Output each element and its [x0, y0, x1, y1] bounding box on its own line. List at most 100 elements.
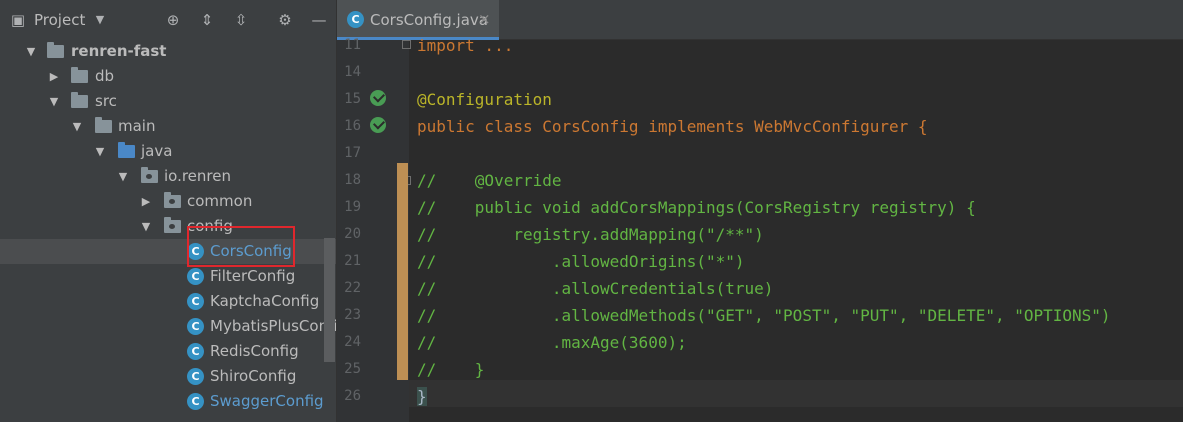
code-line-19[interactable]: // public void addCorsMappings(CorsRegis… — [417, 194, 976, 221]
tree-item-swaggerconfig[interactable]: C SwaggerConfig — [0, 389, 337, 414]
code-text: // public void addCorsMappings(CorsRegis… — [417, 198, 976, 217]
chevron-right-icon[interactable]: ▶ — [139, 189, 153, 214]
code-line-26[interactable]: } — [417, 383, 427, 410]
code-text: @Configuration — [417, 90, 552, 109]
close-icon[interactable]: × — [478, 10, 491, 28]
package-icon — [164, 217, 181, 233]
line-number: 23 — [344, 307, 361, 323]
expand-all-icon[interactable]: ⇕ — [197, 10, 217, 30]
spring-bean-icon[interactable] — [370, 117, 386, 133]
module-folder-icon — [47, 42, 64, 58]
chevron-right-icon[interactable]: ▶ — [139, 414, 153, 422]
code-line-23[interactable]: // .allowedMethods("GET", "POST", "PUT",… — [417, 302, 1111, 329]
tree-item-label: src — [95, 92, 117, 110]
tree-item-label: SwaggerConfig — [210, 392, 324, 410]
tab-label: CorsConfig.java — [370, 11, 488, 29]
tree-item-label: MybatisPlusConfig — [210, 317, 337, 335]
tree-item-mybatisplusconfig[interactable]: C MybatisPlusConfig — [0, 314, 337, 339]
tree-item-kaptchaconfig[interactable]: C KaptchaConfig — [0, 289, 337, 314]
project-view-icon[interactable]: ▣ — [8, 10, 28, 30]
code-line-22[interactable]: // .allowCredentials(true) — [417, 275, 773, 302]
line-number: 16 — [344, 118, 361, 134]
tree-item-label: RedisConfig — [210, 342, 299, 360]
editor-gutter: 11 14 15 16 17 18 19 20 21 22 23 24 25 2… — [337, 37, 411, 422]
tree-item-label: ShiroConfig — [210, 367, 297, 385]
class-icon: C — [187, 393, 204, 410]
tree-item-java[interactable]: ▼ java — [0, 139, 337, 164]
tree-item-shiroconfig[interactable]: C ShiroConfig — [0, 364, 337, 389]
code-line-20[interactable]: // registry.addMapping("/**") — [417, 221, 764, 248]
code-line-15[interactable]: @Configuration — [417, 86, 552, 113]
chevron-down-icon[interactable]: ▼ — [93, 139, 107, 164]
code-text: // .allowCredentials(true) — [417, 279, 774, 298]
code-line-25[interactable]: // } — [417, 356, 484, 383]
tree-item-common[interactable]: ▶ common — [0, 189, 337, 214]
class-icon: C — [187, 343, 204, 360]
code-text: // .allowedOrigins("*") — [417, 252, 745, 271]
code-text: // .allowedMethods("GET", "POST", "PUT",… — [417, 306, 1111, 325]
package-icon — [164, 192, 181, 208]
spring-bean-icon[interactable] — [370, 90, 386, 106]
code-text: // @Override — [417, 171, 562, 190]
code-line-18[interactable]: // @Override — [417, 167, 562, 194]
code-text: // } — [417, 360, 485, 379]
line-number: 22 — [344, 280, 361, 296]
line-number: 25 — [344, 361, 361, 377]
locate-icon[interactable]: ⊕ — [163, 10, 183, 30]
chevron-down-icon[interactable]: ▼ — [139, 214, 153, 239]
code-line-24[interactable]: // .maxAge(3600); — [417, 329, 687, 356]
code-text: import ... — [417, 36, 514, 55]
code-line-21[interactable]: // .allowedOrigins("*") — [417, 248, 745, 275]
fold-toggle-icon[interactable] — [402, 40, 411, 49]
project-tool-window: ▣ Project ▼ ⊕ ⇕ ⇳ ⚙ — ▼ renren-fast ▶ db… — [0, 0, 337, 422]
tree-item-label: common — [187, 192, 253, 210]
code-editor[interactable]: 11 14 15 16 17 18 19 20 21 22 23 24 25 2… — [337, 36, 1183, 422]
folder-icon — [95, 117, 112, 133]
chevron-down-icon[interactable]: ▼ — [116, 164, 130, 189]
class-icon: C — [187, 268, 204, 285]
chevron-right-icon[interactable]: ▶ — [47, 64, 61, 89]
tree-item-partial[interactable]: ▶ — [0, 414, 337, 422]
code-line-16[interactable]: public class CorsConfig implements WebMv… — [417, 113, 928, 140]
tree-item-filterconfig[interactable]: C FilterConfig — [0, 264, 337, 289]
class-icon: C — [187, 318, 204, 335]
project-title[interactable]: Project — [34, 11, 85, 29]
gear-icon[interactable]: ⚙ — [275, 10, 295, 30]
current-line-highlight — [409, 380, 1183, 407]
line-number: 24 — [344, 334, 361, 350]
source-folder-icon — [118, 142, 135, 158]
line-number: 21 — [344, 253, 361, 269]
line-number: 19 — [344, 199, 361, 215]
line-number: 26 — [344, 388, 361, 404]
minimize-icon[interactable]: — — [309, 10, 329, 30]
tree-item-src[interactable]: ▼ src — [0, 89, 337, 114]
tree-item-label: renren-fast — [71, 42, 167, 60]
line-number: 20 — [344, 226, 361, 242]
line-number: 14 — [344, 64, 361, 80]
tree-item-label: io.renren — [164, 167, 231, 185]
tree-item-redisconfig[interactable]: C RedisConfig — [0, 339, 337, 364]
collapse-all-icon[interactable]: ⇳ — [231, 10, 251, 30]
tree-item-label: main — [118, 117, 156, 135]
tree-item-label: KaptchaConfig — [210, 292, 320, 310]
project-scrollbar[interactable] — [324, 238, 335, 362]
code-text: public class CorsConfig implements WebMv… — [417, 117, 928, 136]
vcs-change-marker[interactable] — [397, 163, 408, 380]
chevron-down-icon[interactable]: ▼ — [90, 10, 110, 30]
chevron-down-icon[interactable]: ▼ — [24, 39, 38, 64]
folder-icon — [71, 67, 88, 83]
tree-item-io-renren[interactable]: ▼ io.renren — [0, 164, 337, 189]
tree-item-label: db — [95, 67, 115, 85]
tree-item-main[interactable]: ▼ main — [0, 114, 337, 139]
tree-item-renren-fast[interactable]: ▼ renren-fast — [0, 39, 337, 64]
folder-icon — [71, 92, 88, 108]
line-number: 18 — [344, 172, 361, 188]
chevron-down-icon[interactable]: ▼ — [47, 89, 61, 114]
tree-item-db[interactable]: ▶ db — [0, 64, 337, 89]
code-line-11[interactable]: import ... — [417, 32, 513, 59]
line-number: 11 — [344, 37, 361, 53]
chevron-down-icon[interactable]: ▼ — [70, 114, 84, 139]
code-text: // registry.addMapping("/**") — [417, 225, 764, 244]
package-icon — [141, 167, 158, 183]
project-header: ▣ Project ▼ ⊕ ⇕ ⇳ ⚙ — — [0, 0, 337, 40]
